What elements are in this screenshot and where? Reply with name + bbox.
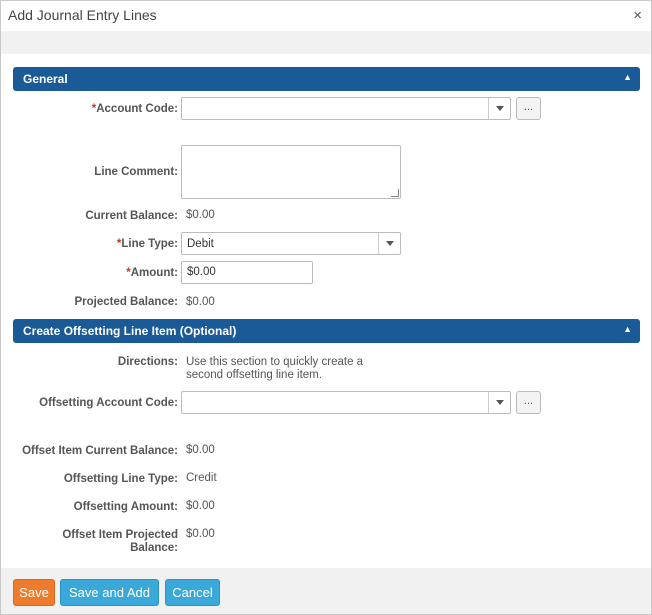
account-code-lookup-button[interactable]: ...: [516, 97, 541, 120]
dialog-toolbar-strip: [1, 31, 651, 54]
offsetting-account-lookup-button[interactable]: ...: [516, 391, 541, 414]
line-type-label-text: Line Type:: [121, 238, 178, 250]
offset-projected-balance-label-line2: Balance:: [130, 542, 178, 554]
resize-grip-icon[interactable]: [391, 189, 399, 197]
projected-balance-value: $0.00: [186, 296, 215, 308]
current-balance-value: $0.00: [186, 209, 215, 221]
dialog-title: Add Journal Entry Lines: [8, 7, 157, 23]
line-type-select[interactable]: Debit: [181, 232, 401, 255]
account-code-label-text: Account Code:: [96, 103, 178, 115]
offsetting-line-type-label: Offsetting Line Type:: [63, 473, 178, 485]
save-button[interactable]: Save: [13, 579, 55, 606]
chevron-down-icon[interactable]: [488, 98, 510, 119]
offsetting-section-header[interactable]: Create Offsetting Line Item (Optional) ▲: [13, 319, 640, 343]
offset-projected-balance-value: $0.00: [186, 528, 215, 540]
offsetting-account-code-label: Offsetting Account Code:: [39, 397, 178, 409]
collapse-caret-icon[interactable]: ▲: [623, 324, 632, 334]
projected-balance-label: Projected Balance:: [74, 296, 178, 308]
directions-text-line1: Use this section to quickly create a: [186, 356, 364, 368]
amount-label: *Amount:: [13, 267, 178, 280]
offset-projected-balance-label-line1: Offset Item Projected: [62, 529, 178, 541]
offsetting-amount-value: $0.00: [186, 500, 215, 512]
amount-label-text: Amount:: [130, 267, 178, 279]
directions-label: Directions:: [117, 356, 178, 368]
directions-text-line2: second offsetting line item.: [186, 369, 322, 381]
offsetting-line-type-value: Credit: [186, 472, 217, 484]
general-section-header[interactable]: General ▲: [13, 67, 640, 91]
add-journal-entry-dialog: Add Journal Entry Lines × General ▲ *Acc…: [0, 0, 652, 615]
line-comment-textarea[interactable]: [181, 145, 401, 199]
offset-current-balance-value: $0.00: [186, 444, 215, 456]
collapse-caret-icon[interactable]: ▲: [623, 72, 632, 82]
line-type-value: Debit: [187, 238, 214, 250]
offsetting-account-code-select[interactable]: [181, 391, 511, 414]
current-balance-label: Current Balance:: [85, 210, 178, 222]
cancel-button[interactable]: Cancel: [165, 579, 220, 606]
chevron-down-icon[interactable]: [488, 392, 510, 413]
dialog-titlebar: Add Journal Entry Lines ×: [1, 1, 651, 31]
offsetting-section-title: Create Offsetting Line Item (Optional): [23, 324, 237, 338]
chevron-down-icon[interactable]: [378, 233, 400, 254]
offset-current-balance-label: Offset Item Current Balance:: [22, 445, 178, 457]
general-section-title: General: [23, 72, 68, 86]
account-code-select[interactable]: [181, 97, 511, 120]
save-and-add-button[interactable]: Save and Add: [60, 579, 159, 606]
close-icon[interactable]: ×: [633, 7, 642, 24]
line-type-label: *Line Type:: [13, 238, 178, 251]
account-code-label: *Account Code:: [13, 103, 178, 116]
amount-input[interactable]: $0.00: [181, 261, 313, 284]
offsetting-amount-label: Offsetting Amount:: [73, 501, 178, 513]
line-comment-label: Line Comment:: [94, 166, 178, 178]
